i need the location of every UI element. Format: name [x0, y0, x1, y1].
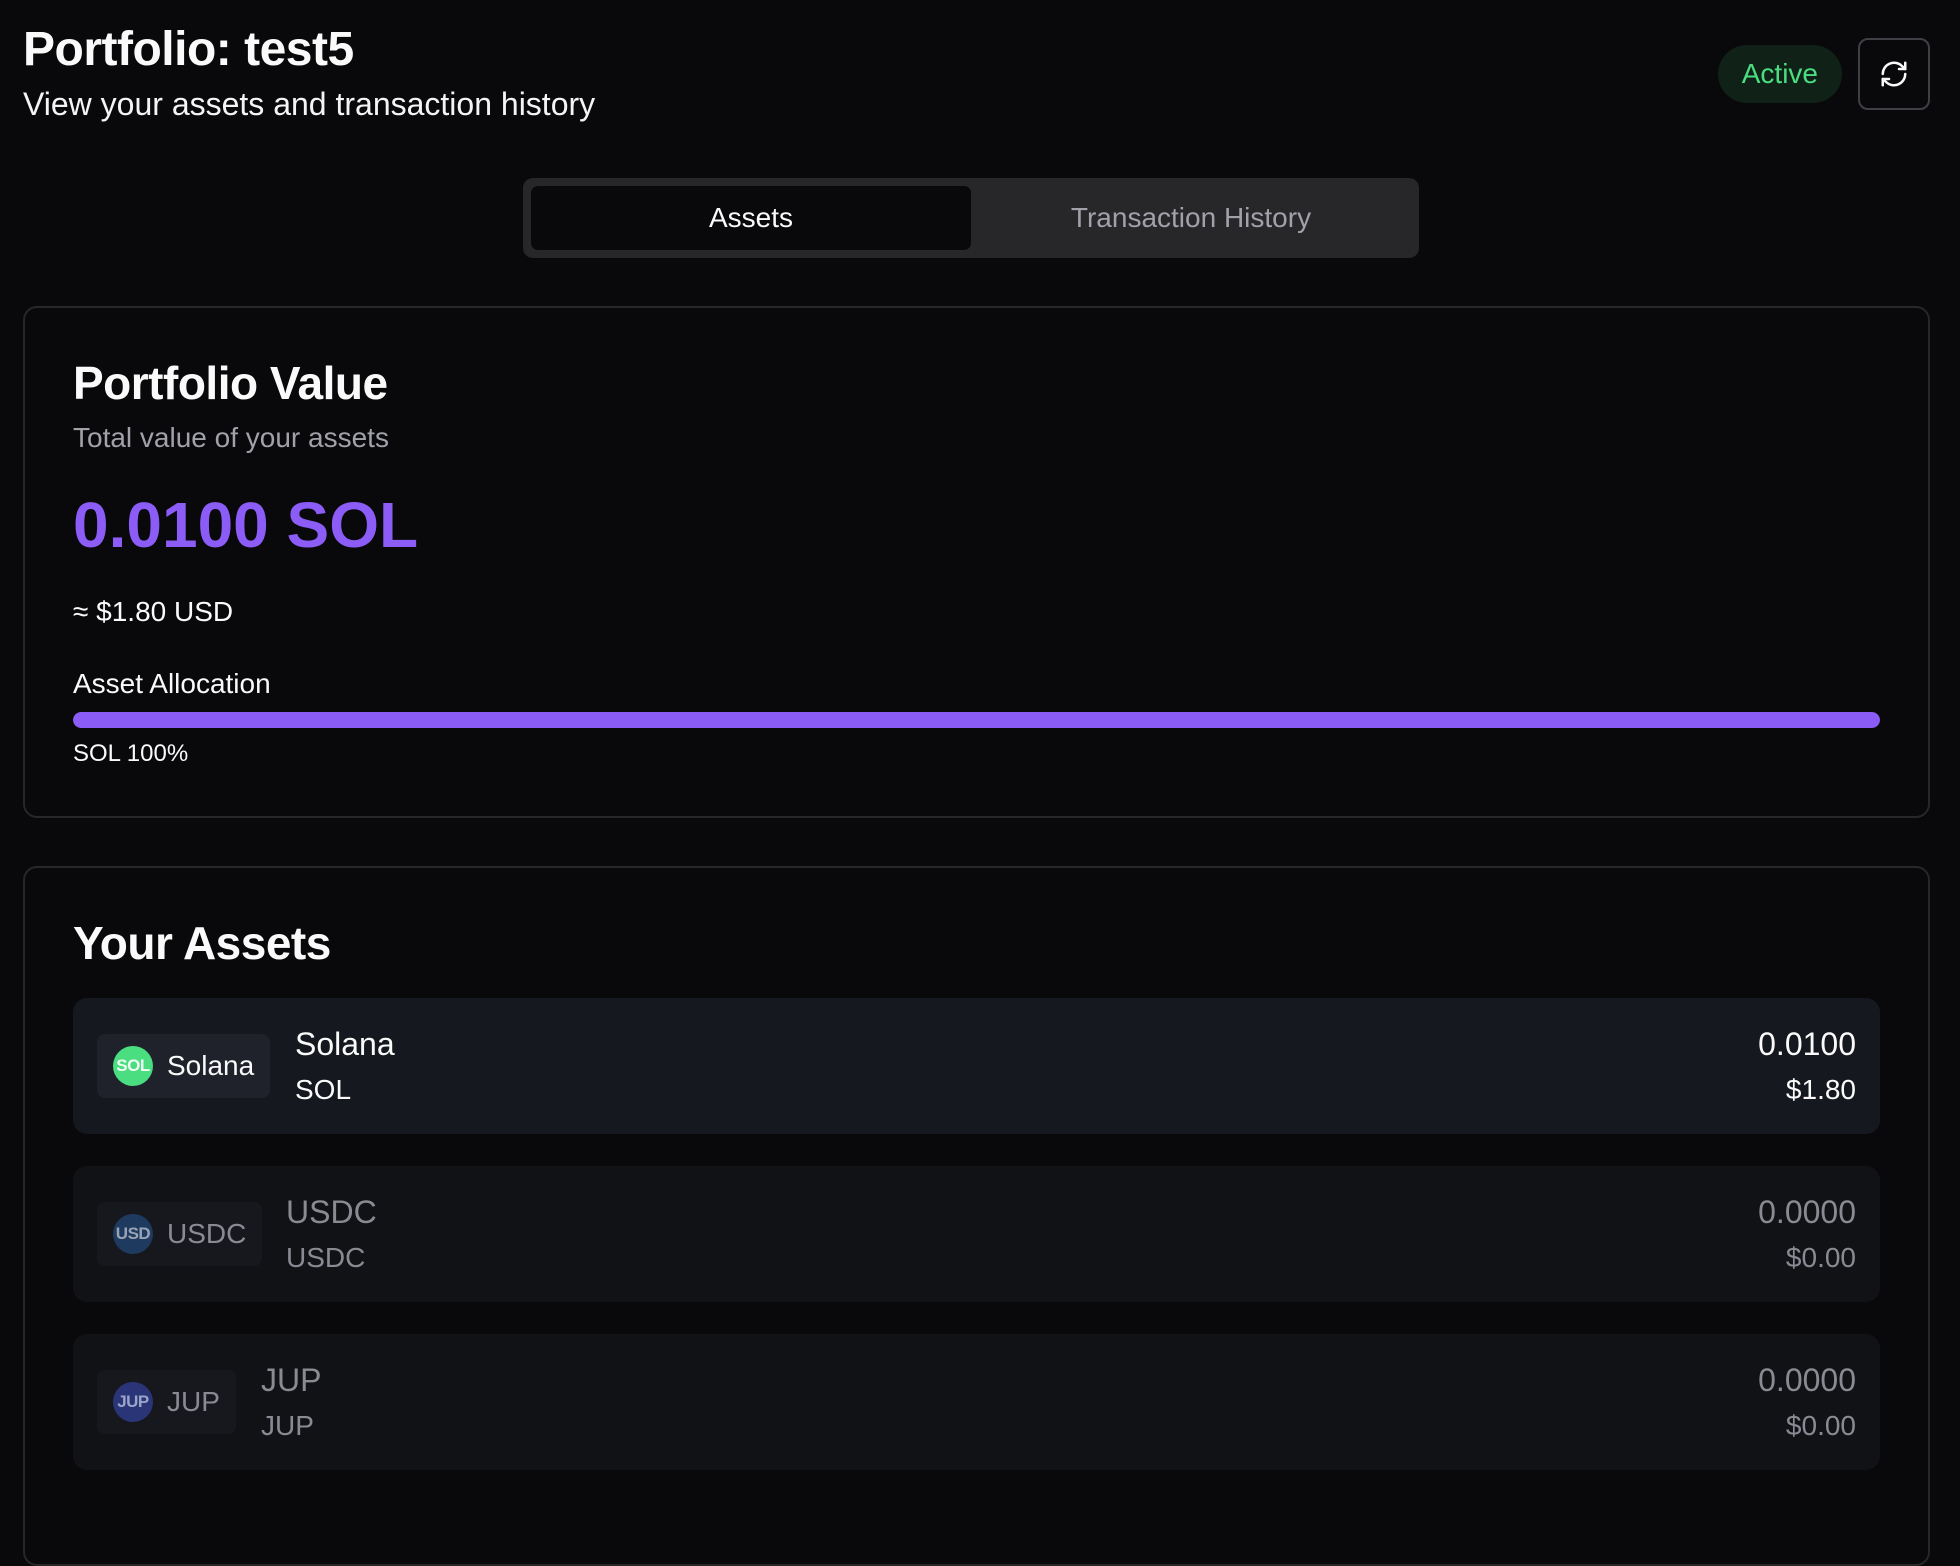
asset-name: USDC [286, 1194, 377, 1230]
asset-usd-value: $1.80 [1785, 1074, 1856, 1105]
asset-amount: 0.0100 [1758, 1026, 1856, 1062]
jup-token-icon: JUP [113, 1382, 153, 1422]
page-title: Portfolio: test5 [23, 23, 354, 76]
asset-symbol: JUP [261, 1410, 314, 1441]
tab-transaction-history[interactable]: Transaction History [971, 186, 1411, 250]
asset-usd-value: $0.00 [1785, 1242, 1856, 1273]
asset-row-usdc[interactable]: USD USDC USDC USDC 0.0000 $0.00 [73, 1166, 1880, 1302]
allocation-fill-sol [73, 712, 1880, 728]
your-assets-title: Your Assets [73, 917, 331, 969]
portfolio-total-value: 0.0100 SOL [73, 489, 419, 561]
usdc-token-icon: USD [113, 1214, 153, 1254]
refresh-button[interactable] [1858, 38, 1930, 110]
view-tabs: Assets Transaction History [523, 178, 1419, 258]
solana-token-icon: SOL [113, 1046, 153, 1086]
portfolio-usd-approx: ≈ $1.80 USD [73, 596, 234, 627]
tab-assets[interactable]: Assets [531, 186, 971, 250]
asset-usd-value: $0.00 [1785, 1410, 1856, 1441]
asset-name: Solana [295, 1026, 395, 1062]
asset-symbol: SOL [295, 1074, 352, 1105]
asset-badge-label: USDC [167, 1218, 247, 1249]
asset-badge: JUP JUP [97, 1370, 236, 1434]
portfolio-value-title: Portfolio Value [73, 357, 388, 409]
your-assets-card: Your Assets SOL Solana Solana SOL 0.0100… [23, 866, 1930, 1566]
header-actions: Active [1717, 38, 1930, 110]
refresh-icon [1881, 61, 1907, 87]
asset-badge: USD USDC [97, 1202, 263, 1266]
asset-name: JUP [261, 1362, 322, 1398]
asset-row-jup[interactable]: JUP JUP JUP JUP 0.0000 $0.00 [73, 1334, 1880, 1470]
asset-amount: 0.0000 [1758, 1362, 1856, 1398]
asset-badge-label: JUP [167, 1386, 220, 1417]
status-badge: Active [1717, 45, 1842, 103]
asset-amount: 0.0000 [1758, 1194, 1856, 1230]
asset-row-sol[interactable]: SOL Solana Solana SOL 0.0100 $1.80 [73, 998, 1880, 1134]
page-header: Portfolio: test5 View your assets and tr… [23, 22, 1930, 132]
asset-badge-label: Solana [167, 1050, 255, 1081]
asset-allocation-bar [73, 712, 1880, 728]
asset-symbol: USDC [286, 1242, 366, 1273]
asset-allocation-label: Asset Allocation [73, 668, 271, 699]
page-subtitle: View your assets and transaction history [23, 86, 596, 122]
allocation-legend-sol: SOL 100% [73, 740, 189, 767]
portfolio-value-description: Total value of your assets [73, 422, 389, 453]
portfolio-value-card: Portfolio Value Total value of your asse… [23, 306, 1930, 818]
asset-badge: SOL Solana [97, 1034, 271, 1098]
